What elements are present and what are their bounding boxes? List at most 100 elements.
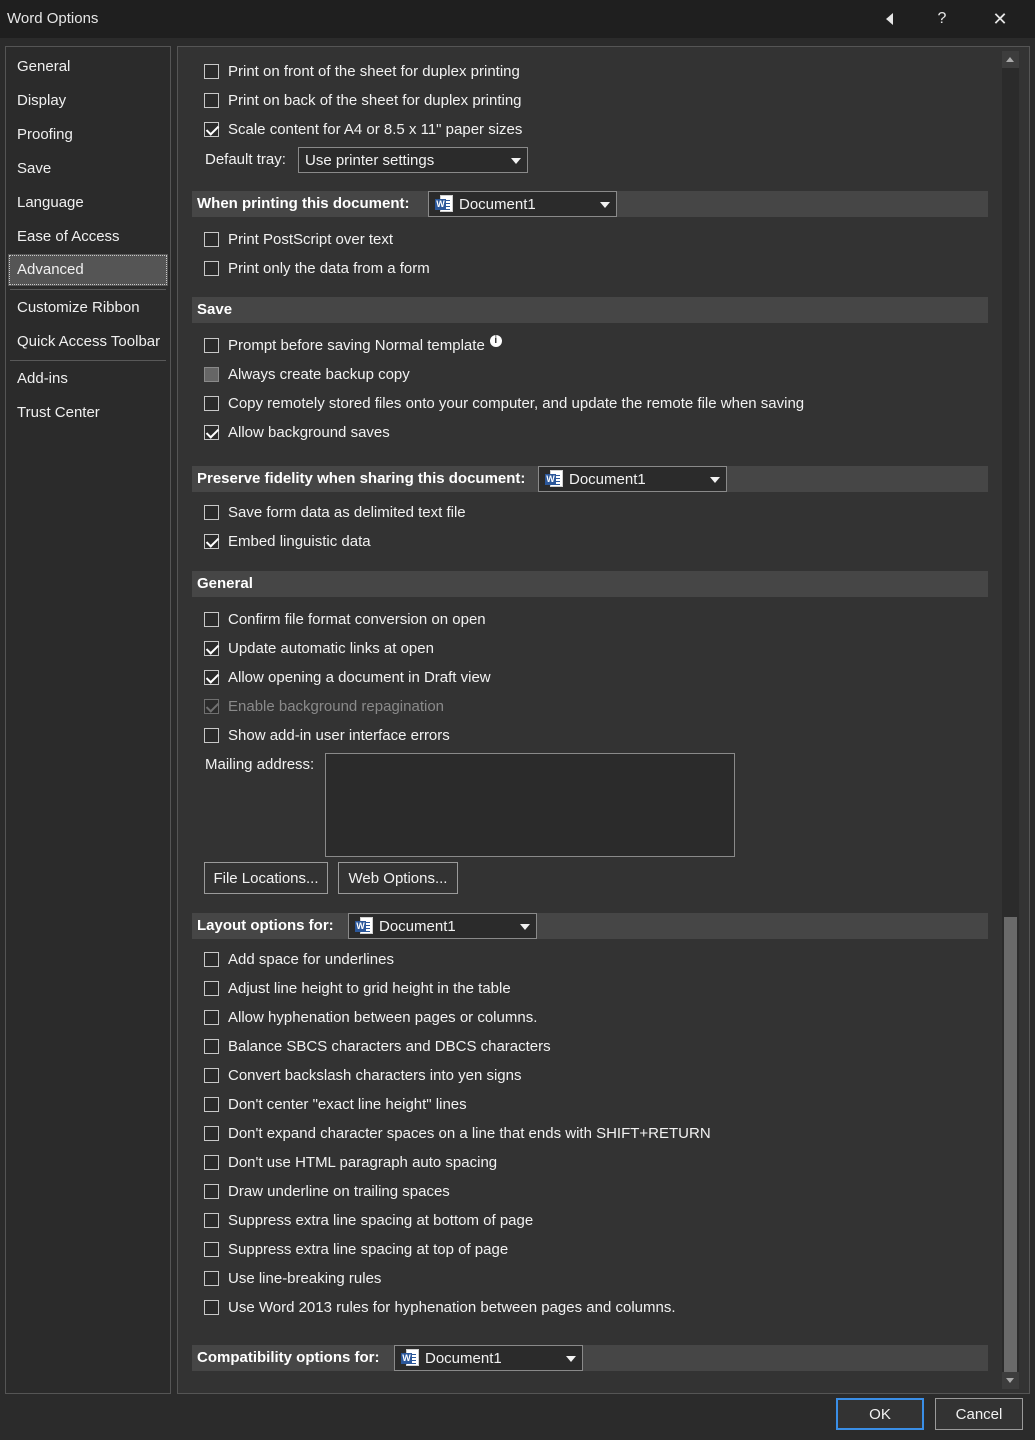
checkbox[interactable] (204, 951, 219, 967)
cancel-button[interactable]: Cancel (935, 1398, 1023, 1430)
checkbox[interactable] (204, 337, 219, 353)
sidebar-item-ease-of-access[interactable]: Ease of Access (8, 221, 168, 253)
option-layout-5[interactable]: Convert backslash characters into yen si… (204, 1064, 521, 1086)
mailing-address-label: Mailing address: (205, 756, 315, 773)
chevron-down-icon (511, 158, 521, 164)
checkbox[interactable] (204, 1270, 219, 1286)
option-layout-13[interactable]: Use Word 2013 rules for hyphenation betw… (204, 1296, 676, 1318)
scrollbar-thumb[interactable] (1004, 917, 1017, 1377)
option-layout-6[interactable]: Don't center "exact line height" lines (204, 1093, 467, 1115)
dropdown-value: Document1 (425, 1349, 502, 1367)
option-scale-content[interactable]: Scale content for A4 or 8.5 x 11" paper … (204, 118, 522, 140)
checkbox[interactable] (204, 92, 219, 108)
close-button[interactable]: ✕ (977, 0, 1023, 38)
sidebar-item-general[interactable]: General (8, 51, 168, 83)
option-save-form-data[interactable]: Save form data as delimited text file (204, 501, 466, 523)
option-copy-remote-files[interactable]: Copy remotely stored files onto your com… (204, 392, 804, 414)
option-label: Don't center "exact line height" lines (228, 1095, 467, 1113)
option-label: Allow background saves (228, 423, 390, 441)
option-layout-3[interactable]: Allow hyphenation between pages or colum… (204, 1006, 537, 1028)
option-layout-9[interactable]: Draw underline on trailing spaces (204, 1180, 450, 1202)
checkbox[interactable] (204, 260, 219, 276)
option-label: Embed linguistic data (228, 532, 371, 550)
checkbox[interactable] (204, 1154, 219, 1170)
sidebar-item-proofing[interactable]: Proofing (8, 119, 168, 151)
option-backup-copy[interactable]: Always create backup copy (204, 363, 410, 385)
checkbox[interactable] (204, 1096, 219, 1112)
option-prompt-normal-template[interactable]: Prompt before saving Normal template i (204, 334, 502, 356)
checkbox-checked[interactable] (204, 533, 219, 549)
option-update-links[interactable]: Update automatic links at open (204, 637, 434, 659)
sidebar-item-trust-center[interactable]: Trust Center (8, 397, 168, 429)
sidebar-item-advanced[interactable]: Advanced (8, 254, 168, 286)
section-title: General (197, 575, 253, 592)
checkbox[interactable] (204, 1125, 219, 1141)
fidelity-document-dropdown[interactable]: W Document1 (538, 466, 727, 492)
sidebar-item-customize-ribbon[interactable]: Customize Ribbon (8, 292, 168, 324)
info-icon[interactable]: i (489, 335, 502, 347)
option-print-form-data[interactable]: Print only the data from a form (204, 257, 430, 279)
dropdown-value: Document1 (569, 470, 646, 488)
default-tray-dropdown[interactable]: Use printer settings (298, 147, 528, 173)
checkbox[interactable] (204, 1299, 219, 1315)
compat-document-dropdown[interactable]: W Document1 (394, 1345, 583, 1371)
option-layout-8[interactable]: Don't use HTML paragraph auto spacing (204, 1151, 497, 1173)
option-label: Print PostScript over text (228, 230, 394, 248)
when-printing-document-dropdown[interactable]: W Document1 (428, 191, 617, 217)
option-print-back-duplex[interactable]: Print on back of the sheet for duplex pr… (204, 89, 522, 111)
checkbox[interactable] (204, 980, 219, 996)
option-layout-11[interactable]: Suppress extra line spacing at top of pa… (204, 1238, 508, 1260)
sidebar-item-add-ins[interactable]: Add-ins (8, 363, 168, 395)
sidebar-item-language[interactable]: Language (8, 187, 168, 219)
checkbox[interactable] (204, 1009, 219, 1025)
word-document-icon: W (355, 917, 373, 935)
checkbox[interactable] (204, 63, 219, 79)
checkbox[interactable] (204, 1212, 219, 1228)
sidebar-item-save[interactable]: Save (8, 153, 168, 185)
option-print-postscript[interactable]: Print PostScript over text (204, 228, 393, 250)
layout-document-dropdown[interactable]: W Document1 (348, 913, 537, 939)
checkbox[interactable] (204, 1038, 219, 1054)
option-background-saves[interactable]: Allow background saves (204, 421, 390, 443)
option-layout-2[interactable]: Adjust line height to grid height in the… (204, 977, 511, 999)
option-layout-7[interactable]: Don't expand character spaces on a line … (204, 1122, 711, 1144)
checkbox[interactable] (204, 1183, 219, 1199)
checkbox-checked[interactable] (204, 424, 219, 440)
scroll-down-arrow-icon[interactable] (1002, 1372, 1019, 1389)
option-layout-1[interactable]: Add space for underlines (204, 948, 394, 970)
option-layout-4[interactable]: Balance SBCS characters and DBCS charact… (204, 1035, 551, 1057)
option-label: Don't expand character spaces on a line … (228, 1124, 711, 1142)
option-layout-10[interactable]: Suppress extra line spacing at bottom of… (204, 1209, 533, 1231)
checkbox[interactable] (204, 366, 219, 382)
vertical-scrollbar[interactable] (1002, 51, 1019, 1389)
option-draft-view[interactable]: Allow opening a document in Draft view (204, 666, 491, 688)
option-label: Adjust line height to grid height in the… (228, 979, 511, 997)
mailing-address-field[interactable] (325, 753, 735, 857)
option-confirm-conversion[interactable]: Confirm file format conversion on open (204, 608, 486, 630)
sidebar-item-display[interactable]: Display (8, 85, 168, 117)
checkbox-checked-disabled (204, 698, 219, 714)
ok-button[interactable]: OK (836, 1398, 924, 1430)
option-embed-linguistic-data[interactable]: Embed linguistic data (204, 530, 371, 552)
checkbox[interactable] (204, 395, 219, 411)
checkbox[interactable] (204, 611, 219, 627)
checkbox-checked[interactable] (204, 669, 219, 685)
option-addin-errors[interactable]: Show add-in user interface errors (204, 724, 450, 746)
checkbox[interactable] (204, 1241, 219, 1257)
file-locations-button[interactable]: File Locations... (204, 862, 328, 894)
checkbox-checked[interactable] (204, 640, 219, 656)
scroll-up-arrow-icon[interactable] (1002, 51, 1019, 68)
option-background-repagination: Enable background repagination (204, 695, 444, 717)
checkbox[interactable] (204, 1067, 219, 1083)
checkbox-checked[interactable] (204, 121, 219, 137)
dropdown-value: Document1 (459, 195, 536, 213)
option-layout-12[interactable]: Use line-breaking rules (204, 1267, 381, 1289)
checkbox[interactable] (204, 504, 219, 520)
sidebar-item-quick-access-toolbar[interactable]: Quick Access Toolbar (8, 326, 168, 358)
checkbox[interactable] (204, 231, 219, 247)
help-button[interactable]: ? (919, 0, 965, 38)
option-print-front-duplex[interactable]: Print on front of the sheet for duplex p… (204, 60, 520, 82)
checkbox[interactable] (204, 727, 219, 743)
web-options-button[interactable]: Web Options... (338, 862, 458, 894)
collapse-button[interactable] (866, 0, 912, 38)
